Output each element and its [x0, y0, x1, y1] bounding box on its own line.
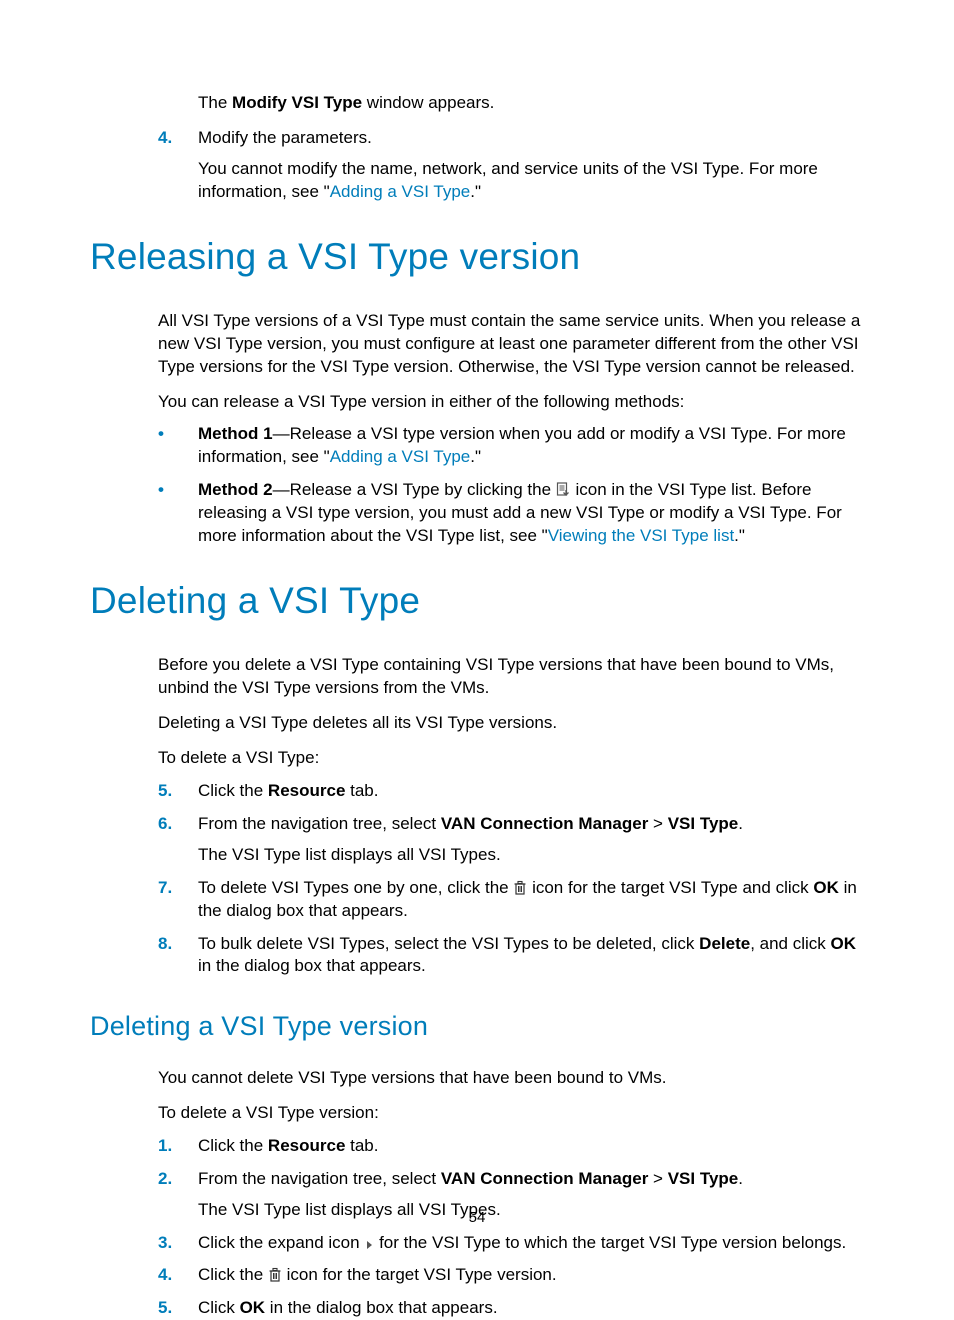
trash-icon: [268, 1267, 282, 1282]
text: —Release a VSI type version when you add…: [198, 424, 846, 466]
text: Click the: [198, 1136, 268, 1155]
step-number: 3.: [158, 1233, 172, 1252]
text: Click: [198, 1298, 240, 1317]
step-number: 5.: [158, 781, 172, 800]
paragraph: The VSI Type list displays all VSI Types…: [198, 844, 864, 867]
step-number: 7.: [158, 878, 172, 897]
text: Modify the parameters.: [198, 127, 864, 150]
page-number: 54: [0, 1208, 954, 1228]
text: Click the expand icon: [198, 1233, 364, 1252]
paragraph: Before you delete a VSI Type containing …: [158, 654, 864, 700]
text: in the dialog box that appears.: [265, 1298, 498, 1317]
text-bold: OK: [831, 934, 857, 953]
text-bold: VAN Connection Manager: [441, 814, 648, 833]
step-number: 4.: [158, 128, 172, 147]
list-item: 2. From the navigation tree, select VAN …: [158, 1168, 864, 1191]
text: in the dialog box that appears.: [198, 956, 426, 975]
text: >: [648, 814, 667, 833]
text: .": [470, 182, 481, 201]
list-item: 1. Click the Resource tab.: [158, 1135, 864, 1158]
text: >: [648, 1169, 667, 1188]
paragraph: To delete a VSI Type:: [158, 747, 864, 770]
text: window appears.: [362, 93, 494, 112]
text-bold: Resource: [268, 1136, 345, 1155]
text-bold: VAN Connection Manager: [441, 1169, 648, 1188]
text-bold: OK: [813, 878, 839, 897]
list-item: 5. Click the Resource tab.: [158, 780, 864, 803]
expand-icon: [364, 1240, 374, 1250]
text-bold: VSI Type: [668, 1169, 739, 1188]
step-number: 8.: [158, 934, 172, 953]
text: , and click: [750, 934, 830, 953]
link-adding-vsi-type[interactable]: Adding a VSI Type: [330, 447, 471, 466]
text: The: [198, 93, 232, 112]
text: To bulk delete VSI Types, select the VSI…: [198, 934, 699, 953]
text: Click the: [198, 781, 268, 800]
paragraph: You cannot modify the name, network, and…: [198, 158, 864, 204]
text: icon for the target VSI Type version.: [287, 1265, 557, 1284]
paragraph: All VSI Type versions of a VSI Type must…: [158, 310, 864, 379]
list-item: 8. To bulk delete VSI Types, select the …: [158, 933, 864, 979]
bullet-icon: •: [158, 424, 164, 443]
text: icon for the target VSI Type and click: [532, 878, 813, 897]
text-bold: Resource: [268, 781, 345, 800]
page-content: The Modify VSI Type window appears. 4. M…: [90, 92, 864, 1320]
link-viewing-vsi-type-list[interactable]: Viewing the VSI Type list: [548, 526, 734, 545]
trash-icon: [513, 880, 527, 895]
release-icon: [556, 482, 571, 497]
text: To delete VSI Types one by one, click th…: [198, 878, 513, 897]
list-item: 4. Click the icon for the target VSI Typ…: [158, 1264, 864, 1287]
list-item: 6. From the navigation tree, select VAN …: [158, 813, 864, 836]
step-number: 1.: [158, 1136, 172, 1155]
paragraph: The Modify VSI Type window appears.: [198, 92, 864, 115]
text-bold: Method 1: [198, 424, 273, 443]
list-item: 4. Modify the parameters.: [158, 127, 864, 150]
text: tab.: [345, 781, 378, 800]
text-bold: VSI Type: [668, 814, 739, 833]
paragraph: To delete a VSI Type version:: [158, 1102, 864, 1125]
text: .: [738, 1169, 743, 1188]
step-number: 6.: [158, 814, 172, 833]
text: .": [470, 447, 481, 466]
text: .: [738, 814, 743, 833]
heading-releasing: Releasing a VSI Type version: [90, 232, 864, 282]
heading-deleting-type: Deleting a VSI Type: [90, 576, 864, 626]
text: You cannot modify the name, network, and…: [198, 159, 818, 201]
heading-deleting-version: Deleting a VSI Type version: [90, 1008, 864, 1044]
text: for the VSI Type to which the target VSI…: [379, 1233, 846, 1252]
list-item: 3. Click the expand icon for the VSI Typ…: [158, 1232, 864, 1255]
link-adding-vsi-type[interactable]: Adding a VSI Type: [330, 182, 471, 201]
paragraph: You can release a VSI Type version in ei…: [158, 391, 864, 414]
step-number: 5.: [158, 1298, 172, 1317]
bullet-icon: •: [158, 480, 164, 499]
list-item: 7. To delete VSI Types one by one, click…: [158, 877, 864, 923]
text: From the navigation tree, select: [198, 814, 441, 833]
text-bold: Delete: [699, 934, 750, 953]
list-item: • Method 1—Release a VSI type version wh…: [158, 423, 864, 469]
text-bold: Modify VSI Type: [232, 93, 362, 112]
text: .": [734, 526, 745, 545]
text: Click the: [198, 1265, 268, 1284]
text: From the navigation tree, select: [198, 1169, 441, 1188]
step-number: 4.: [158, 1265, 172, 1284]
text-bold: Method 2: [198, 480, 273, 499]
text-bold: OK: [240, 1298, 266, 1317]
list-item: • Method 2—Release a VSI Type by clickin…: [158, 479, 864, 548]
list-item: 5. Click OK in the dialog box that appea…: [158, 1297, 864, 1320]
paragraph: Deleting a VSI Type deletes all its VSI …: [158, 712, 864, 735]
step-number: 2.: [158, 1169, 172, 1188]
text: —Release a VSI Type by clicking the: [273, 480, 556, 499]
paragraph: You cannot delete VSI Type versions that…: [158, 1067, 864, 1090]
text: tab.: [345, 1136, 378, 1155]
